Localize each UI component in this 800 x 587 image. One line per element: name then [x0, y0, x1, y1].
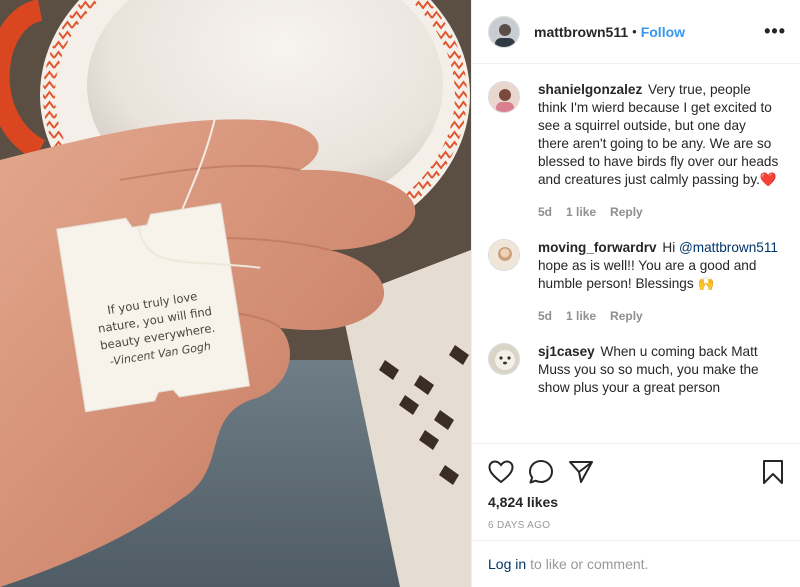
comment-text: Hi [662, 240, 676, 255]
post-header: mattbrown511 • Follow ••• [472, 0, 800, 64]
comment-likes[interactable]: 1 like [566, 307, 596, 325]
bookmark-icon-shape [763, 460, 783, 484]
post-author-username[interactable]: mattbrown511 [534, 24, 628, 40]
mention-link[interactable]: @mattbrown511 [679, 240, 778, 255]
comment-item: moving_forwardrv Hi @mattbrown511 hope a… [488, 239, 784, 325]
bookmark-icon[interactable] [744, 452, 784, 492]
tea-tag-quote: If you truly love nature, you will find … [57, 203, 250, 412]
heart-icon-shape [488, 460, 514, 484]
likes-count[interactable]: 4,824 likes [488, 494, 784, 510]
avatar-image [489, 344, 519, 374]
login-link[interactable]: Log in [488, 556, 526, 572]
avatar[interactable] [488, 343, 520, 375]
share-icon-shape [569, 461, 593, 483]
heart-emoji: ❤️ [759, 172, 777, 187]
comment-text: hope as is well!! You are a good and hum… [538, 258, 757, 291]
more-options-icon[interactable]: ••• [764, 21, 786, 42]
share-icon[interactable] [568, 452, 608, 492]
avatar[interactable] [488, 81, 520, 113]
comment-meta: 5d 1 like Reply [538, 203, 780, 221]
comments-list[interactable]: shanielgonzalez Very true, people think … [472, 65, 800, 443]
comment-icon-shape [529, 460, 553, 484]
avatar-image [489, 16, 519, 47]
comment-likes[interactable]: 1 like [566, 203, 596, 221]
post-sidebar: mattbrown511 • Follow ••• shanielgonzale… [471, 0, 800, 587]
comment-age[interactable]: 5d [538, 307, 552, 325]
comment-username[interactable]: sj1casey [538, 344, 595, 359]
post-photo: If you truly love nature, you will find … [0, 0, 471, 587]
separator-dot: • [632, 24, 637, 39]
heart-icon[interactable] [488, 452, 528, 492]
reply-button[interactable]: Reply [610, 307, 643, 325]
comment-item: sj1casey When u coming back Matt Muss yo… [488, 343, 784, 397]
post-actions: 4,824 likes 6 DAYS AGO [472, 443, 800, 531]
action-icons [488, 452, 784, 492]
comment-text: Very true, people think I'm wierd becaus… [538, 82, 779, 187]
comment-item: shanielgonzalez Very true, people think … [488, 81, 784, 221]
avatar[interactable] [488, 239, 520, 271]
comment-username[interactable]: shanielgonzalez [538, 82, 642, 97]
comment-age[interactable]: 5d [538, 203, 552, 221]
comment-meta: 5d 1 like Reply [538, 307, 780, 325]
comment-username[interactable]: moving_forwardrv [538, 240, 657, 255]
post-date[interactable]: 6 DAYS AGO [488, 520, 784, 531]
comment-icon[interactable] [528, 452, 568, 492]
login-prompt: Log in to like or comment. [472, 540, 800, 587]
raised-hands-emoji: 🙌 [697, 276, 715, 291]
avatar-image [489, 240, 519, 270]
follow-button[interactable]: Follow [641, 24, 685, 40]
avatar[interactable] [488, 15, 520, 48]
avatar-image [489, 82, 519, 112]
login-prompt-text: to like or comment. [530, 556, 649, 572]
reply-button[interactable]: Reply [610, 203, 643, 221]
